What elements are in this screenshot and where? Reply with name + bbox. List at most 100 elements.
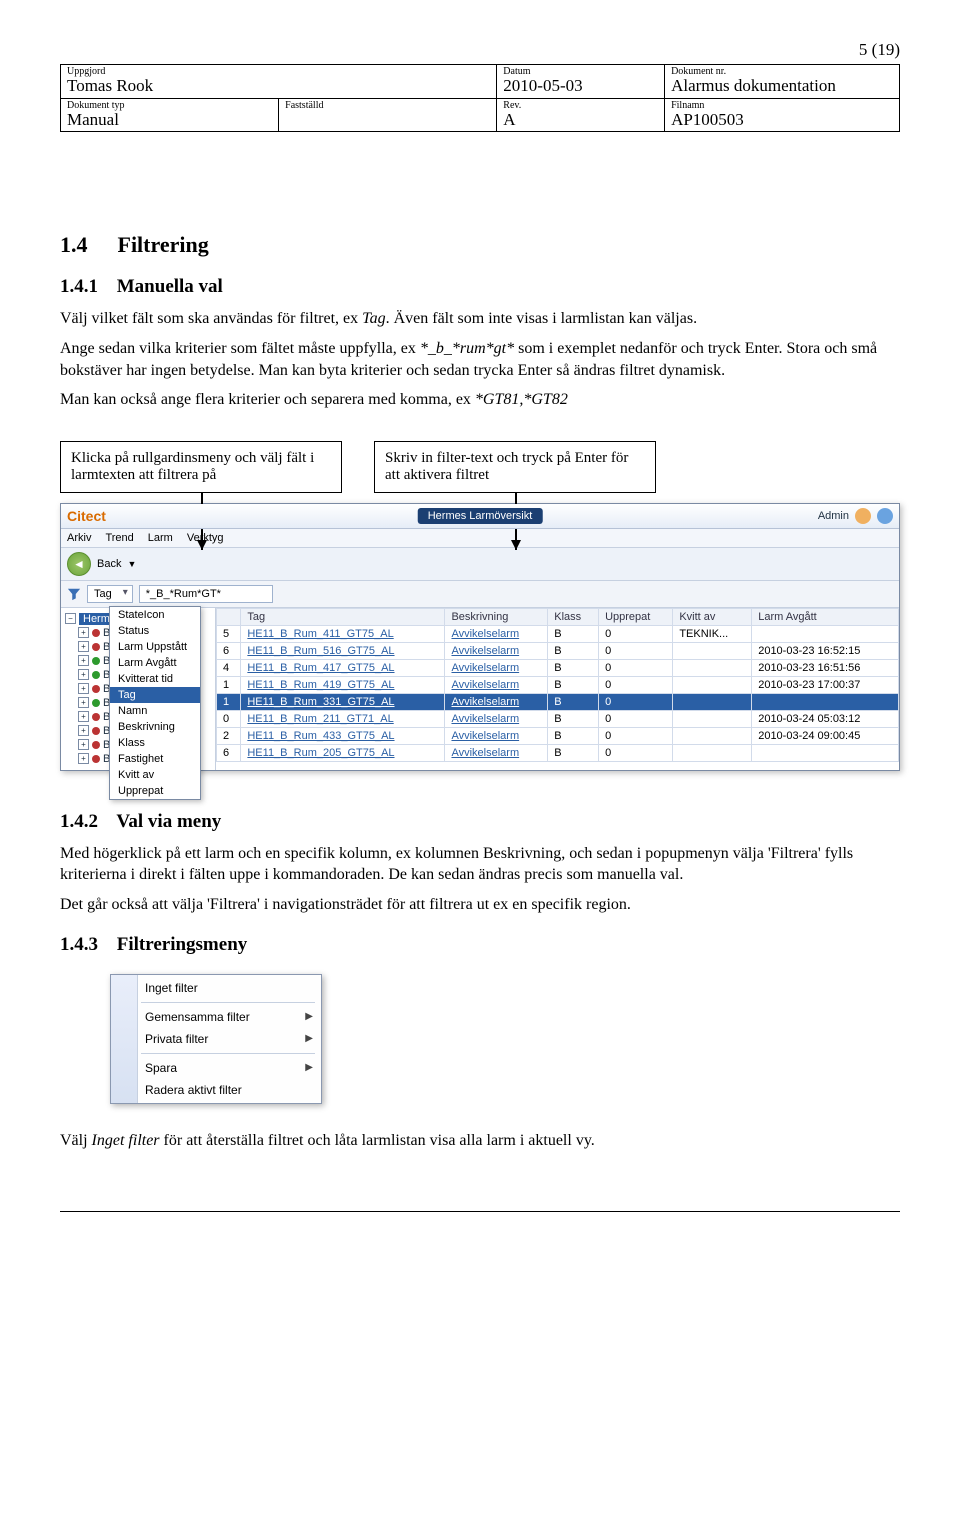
hdr-datum-value: 2010-05-03 <box>503 77 658 96</box>
heading-1-4-1: 1.4.1 Manuella val <box>60 276 900 298</box>
table-header[interactable]: Beskrivning <box>445 608 548 625</box>
app-logo: Citect <box>67 508 106 524</box>
tree-expand-icon[interactable]: + <box>78 627 89 638</box>
context-menu-label: Privata filter <box>145 1032 208 1046</box>
tree-expand-icon[interactable]: + <box>78 655 89 666</box>
menu-bar: ArkivTrendLarmVerktyg <box>61 529 899 548</box>
context-menu-item[interactable]: Inget filter <box>111 977 321 999</box>
tree-expand-icon[interactable]: + <box>78 711 89 722</box>
filter-context-menu: Inget filterGemensamma filter▶Privata fi… <box>110 974 322 1104</box>
table-cell: 2010-03-23 16:51:56 <box>752 659 899 676</box>
table-cell: 0 <box>599 693 673 710</box>
table-cell: B <box>548 744 599 761</box>
heading-1-4-2-title: Val via meny <box>116 811 221 832</box>
table-header[interactable]: Tag <box>241 608 445 625</box>
callout-right-text: Skriv in filter-text och tryck på Enter … <box>385 450 628 483</box>
table-cell: 4 <box>217 659 241 676</box>
table-row[interactable]: 6HE11_B_Rum_516_GT75_ALAvvikelselarmB020… <box>217 642 899 659</box>
embedded-screenshot: Citect Hermes Larmöversikt Admin ArkivTr… <box>60 503 900 771</box>
table-row[interactable]: 0HE11_B_Rum_211_GT71_ALAvvikelselarmB020… <box>217 710 899 727</box>
tree-collapse-icon[interactable]: − <box>65 613 76 624</box>
table-cell: 6 <box>217 642 241 659</box>
popup-item[interactable]: Upprepat <box>110 783 200 799</box>
table-row[interactable]: 5HE11_B_Rum_411_GT75_ALAvvikelselarmB0TE… <box>217 625 899 642</box>
context-menu-item[interactable]: Radera aktivt filter <box>111 1079 321 1101</box>
table-cell: 0 <box>599 659 673 676</box>
popup-item[interactable]: Kvitterat tid <box>110 671 200 687</box>
tree-expand-icon[interactable]: + <box>78 697 89 708</box>
table-cell: 0 <box>599 727 673 744</box>
submenu-arrow-icon: ▶ <box>305 1062 313 1073</box>
table-header[interactable]: Klass <box>548 608 599 625</box>
table-row[interactable]: 1HE11_B_Rum_331_GT75_ALAvvikelselarmB0 <box>217 693 899 710</box>
table-cell <box>752 744 899 761</box>
heading-1-4-title: Filtrering <box>118 232 209 257</box>
table-row[interactable]: 2HE11_B_Rum_433_GT75_ALAvvikelselarmB020… <box>217 727 899 744</box>
tree-expand-icon[interactable]: + <box>78 683 89 694</box>
table-cell: 6 <box>217 744 241 761</box>
tree-expand-icon[interactable]: + <box>78 669 89 680</box>
p6-text-a: Välj <box>60 1132 92 1149</box>
callout-left-text: Klicka på rullgardinsmeny och välj fält … <box>71 450 314 483</box>
menu-arkiv[interactable]: Arkiv <box>67 532 91 544</box>
tree-expand-icon[interactable]: + <box>78 725 89 736</box>
table-cell: Avvikelselarm <box>445 625 548 642</box>
table-cell: Avvikelselarm <box>445 727 548 744</box>
table-cell: 0 <box>599 710 673 727</box>
popup-item[interactable]: Beskrivning <box>110 719 200 735</box>
table-cell: B <box>548 727 599 744</box>
popup-item[interactable]: Larm Uppstått <box>110 639 200 655</box>
context-menu-item[interactable]: Privata filter▶ <box>111 1028 321 1050</box>
filter-field-select[interactable]: Tag <box>87 585 133 603</box>
table-cell: HE11_B_Rum_211_GT71_AL <box>241 710 445 727</box>
status-dot-icon <box>92 755 100 763</box>
context-menu-item[interactable]: Gemensamma filter▶ <box>111 1006 321 1028</box>
table-header[interactable]: Kvitt av <box>673 608 752 625</box>
tree-expand-icon[interactable]: + <box>78 739 89 750</box>
table-header[interactable] <box>217 608 241 625</box>
filter-value-input[interactable]: *_B_*Rum*GT* <box>139 585 273 603</box>
p2-text-a: Ange sedan vilka kriterier som fältet må… <box>60 340 420 357</box>
user-label: Admin <box>818 510 849 522</box>
table-cell: 2010-03-24 09:00:45 <box>752 727 899 744</box>
callout-right: Skriv in filter-text och tryck på Enter … <box>374 441 656 493</box>
tree-expand-icon[interactable]: + <box>78 641 89 652</box>
table-cell: Avvikelselarm <box>445 693 548 710</box>
filter-icon[interactable] <box>67 587 81 601</box>
popup-item[interactable]: Larm Avgått <box>110 655 200 671</box>
table-cell: 2010-03-23 17:00:37 <box>752 676 899 693</box>
popup-item[interactable]: Fastighet <box>110 751 200 767</box>
back-button[interactable]: ◄ <box>67 552 91 576</box>
table-cell <box>673 710 752 727</box>
paragraph-4: Med högerklick på ett larm och en specif… <box>60 843 900 886</box>
menu-trend[interactable]: Trend <box>105 532 133 544</box>
table-row[interactable]: 4HE11_B_Rum_417_GT75_ALAvvikelselarmB020… <box>217 659 899 676</box>
popup-item[interactable]: Tag <box>110 687 200 703</box>
popup-item[interactable]: Klass <box>110 735 200 751</box>
heading-1-4-3: 1.4.3 Filtreringsmeny <box>60 934 900 956</box>
back-dropdown-icon[interactable]: ▼ <box>127 559 136 569</box>
p3-text-a: Man kan också ange flera kriterier och s… <box>60 391 475 408</box>
table-header[interactable]: Upprepat <box>599 608 673 625</box>
table-cell <box>752 693 899 710</box>
table-row[interactable]: 1HE11_B_Rum_419_GT75_ALAvvikelselarmB020… <box>217 676 899 693</box>
popup-item[interactable]: StateIcon <box>110 607 200 623</box>
table-cell: B <box>548 693 599 710</box>
table-header[interactable]: Larm Avgått <box>752 608 899 625</box>
hdr-rev-value: A <box>503 111 658 130</box>
popup-item[interactable]: Status <box>110 623 200 639</box>
tree-expand-icon[interactable]: + <box>78 753 89 764</box>
filter-field-popup: StateIconStatusLarm UppståttLarm AvgåttK… <box>109 606 201 800</box>
table-cell: 0 <box>217 710 241 727</box>
popup-item[interactable]: Namn <box>110 703 200 719</box>
alarm-table: TagBeskrivningKlassUpprepatKvitt avLarm … <box>216 608 899 770</box>
status-dot-icon <box>92 699 100 707</box>
table-cell <box>673 676 752 693</box>
popup-item[interactable]: Kvitt av <box>110 767 200 783</box>
page-number: 5 (19) <box>60 40 900 60</box>
table-cell: Avvikelselarm <box>445 659 548 676</box>
menu-larm[interactable]: Larm <box>148 532 173 544</box>
context-menu-item[interactable]: Spara▶ <box>111 1057 321 1079</box>
table-cell <box>673 659 752 676</box>
table-row[interactable]: 6HE11_B_Rum_205_GT75_ALAvvikelselarmB0 <box>217 744 899 761</box>
